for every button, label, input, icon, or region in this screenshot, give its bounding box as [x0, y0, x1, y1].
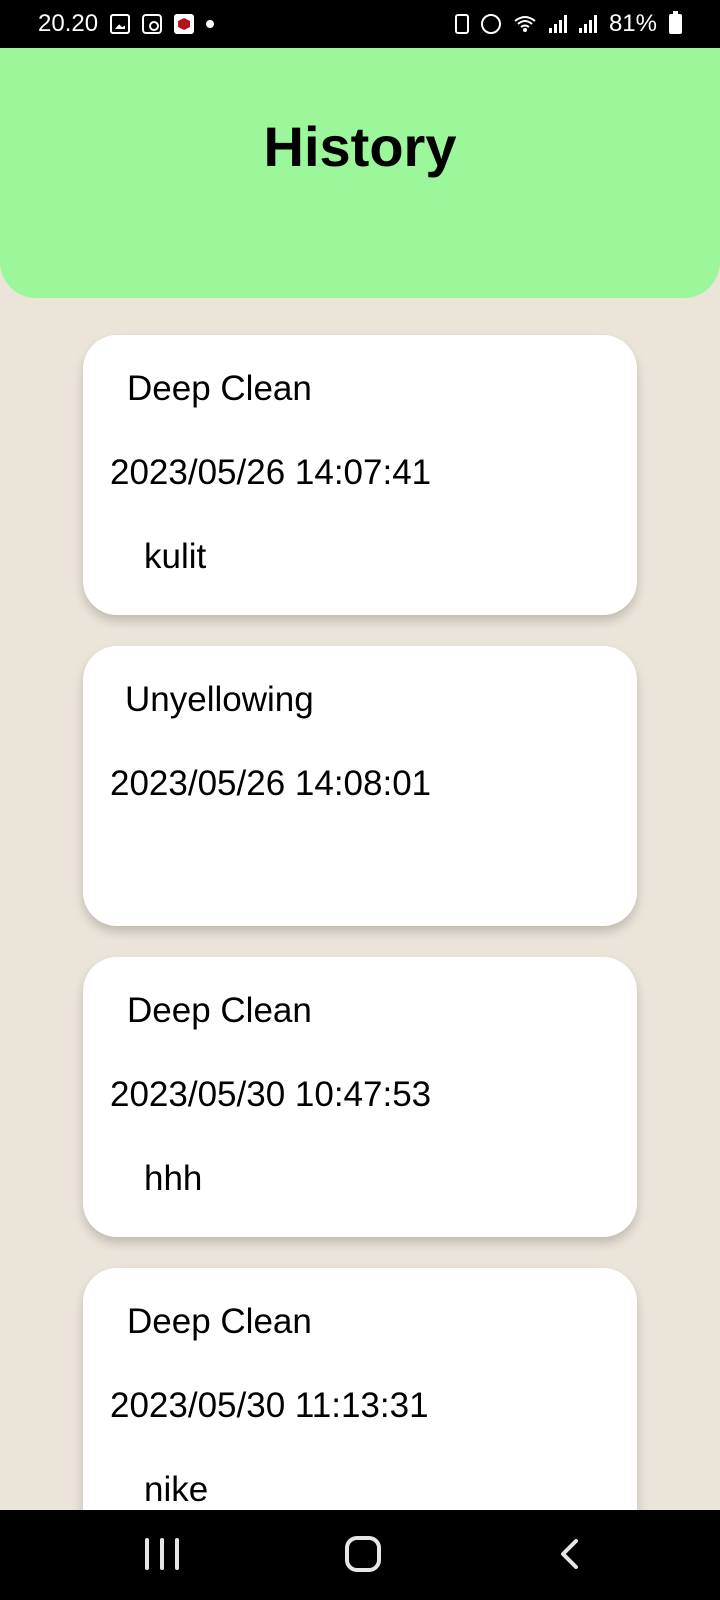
- treatment-note: hhh: [144, 1159, 203, 1198]
- clock-widget-icon: [142, 14, 163, 34]
- status-bar: 20.20 81%: [0, 0, 720, 48]
- header: History: [0, 48, 720, 298]
- battery-icon: [669, 11, 682, 34]
- treatment-note: nike: [144, 1470, 209, 1509]
- status-time: 20.20: [38, 10, 99, 37]
- alarm-icon: [480, 14, 501, 34]
- navigation-bar: [0, 1510, 720, 1600]
- gallery-icon: [110, 14, 131, 34]
- battery-percent: 81%: [608, 10, 657, 37]
- treatment-type: Unyellowing: [125, 680, 314, 719]
- history-card[interactable]: Unyellowing 2023/05/26 14:08:01: [83, 646, 637, 926]
- treatment-note: kulit: [144, 537, 207, 576]
- history-card[interactable]: Deep Clean 2023/05/30 11:13:31 nike: [83, 1268, 637, 1548]
- home-icon[interactable]: [345, 1536, 381, 1572]
- app-icon: [174, 14, 195, 34]
- notification-dot-icon: [206, 20, 215, 28]
- treatment-datetime: 2023/05/30 11:13:31: [110, 1386, 429, 1425]
- history-screen: 20.20 81% History Deep Clean 2023/05/26 …: [0, 0, 720, 1600]
- history-card[interactable]: Deep Clean 2023/05/26 14:07:41 kulit: [83, 335, 637, 615]
- treatment-type: Deep Clean: [127, 1302, 312, 1341]
- back-icon[interactable]: [554, 1538, 586, 1570]
- signal-icon-2: [578, 15, 597, 33]
- treatment-datetime: 2023/05/26 14:08:01: [110, 764, 432, 803]
- recent-apps-icon[interactable]: [145, 1538, 179, 1570]
- treatment-datetime: 2023/05/30 10:47:53: [110, 1075, 432, 1114]
- history-card[interactable]: Deep Clean 2023/05/30 10:47:53 hhh: [83, 957, 637, 1237]
- status-bar-right: 81%: [454, 10, 682, 38]
- treatment-type: Deep Clean: [127, 991, 312, 1030]
- battery-saver-icon: [454, 14, 469, 34]
- wifi-icon: [514, 16, 536, 32]
- page-title: History: [263, 115, 457, 178]
- status-bar-left: 20.20: [38, 10, 215, 38]
- signal-icon: [548, 15, 567, 33]
- treatment-type: Deep Clean: [127, 369, 312, 408]
- treatment-datetime: 2023/05/26 14:07:41: [110, 453, 432, 492]
